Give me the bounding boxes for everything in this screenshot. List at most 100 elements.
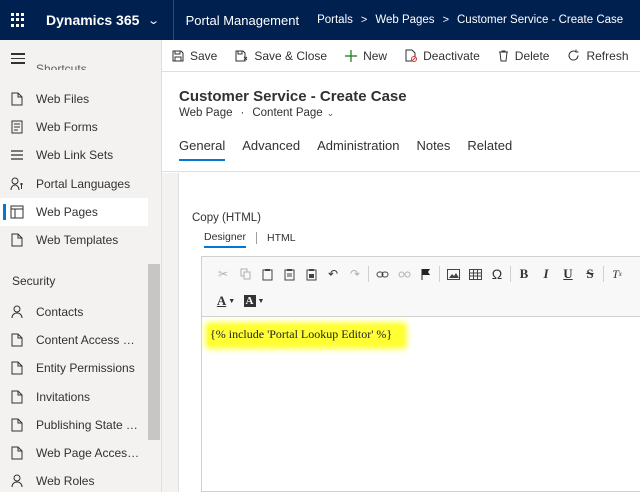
sidebar-item-label: Publishing State Tr... bbox=[36, 418, 140, 432]
remove-format-icon[interactable]: Tx bbox=[606, 264, 628, 284]
tab-designer[interactable]: Designer bbox=[204, 231, 247, 248]
divider bbox=[368, 266, 369, 282]
tab-administration[interactable]: Administration bbox=[317, 138, 399, 161]
save-close-icon bbox=[235, 50, 248, 62]
link-icon[interactable] bbox=[371, 264, 393, 284]
refresh-button[interactable]: Refresh bbox=[557, 40, 636, 72]
paste-text-icon[interactable] bbox=[278, 264, 300, 284]
person-icon bbox=[10, 305, 24, 319]
deactivate-icon bbox=[405, 49, 418, 62]
sidebar-scrollbar[interactable] bbox=[148, 264, 160, 440]
list-icon bbox=[10, 148, 24, 162]
bold-icon[interactable]: B bbox=[513, 264, 535, 284]
sidebar-item-web-roles[interactable]: Web Roles bbox=[0, 467, 148, 492]
entity-name: Web Page bbox=[179, 107, 233, 119]
cut-icon[interactable]: ✂ bbox=[212, 264, 234, 284]
tab-notes[interactable]: Notes bbox=[416, 138, 450, 161]
undo-icon[interactable]: ↶ bbox=[322, 264, 344, 284]
delete-button[interactable]: Delete bbox=[488, 40, 558, 72]
form-selector[interactable]: Content Page bbox=[252, 107, 322, 119]
sidebar-item-label: Web Page Access ... bbox=[36, 446, 140, 460]
image-icon[interactable] bbox=[442, 264, 464, 284]
sidebar-item-web-templates[interactable]: Web Templates bbox=[0, 226, 148, 254]
special-character-icon[interactable]: Ω bbox=[486, 264, 508, 284]
paste-word-icon[interactable] bbox=[300, 264, 322, 284]
refresh-label: Refresh bbox=[586, 48, 629, 63]
editor-content[interactable]: {% include 'Portal Lookup Editor' %} bbox=[208, 325, 405, 346]
document-icon bbox=[10, 390, 24, 404]
tab-related[interactable]: Related bbox=[467, 138, 512, 161]
chevron-down-icon[interactable]: ⌄ bbox=[148, 14, 161, 27]
record-header: Customer Service - Create Case Web Page … bbox=[162, 72, 640, 172]
trash-icon bbox=[498, 50, 509, 62]
sidebar-item-publishing-state-transitions[interactable]: Publishing State Tr... bbox=[0, 411, 148, 439]
document-icon bbox=[10, 418, 24, 432]
save-close-label: Save & Close bbox=[254, 48, 328, 63]
text-color-dropdown[interactable]: A ▼ bbox=[212, 291, 240, 311]
separator: · bbox=[240, 107, 245, 119]
sidebar-group-security: Security bbox=[12, 274, 56, 288]
deactivate-button[interactable]: Deactivate bbox=[395, 40, 488, 72]
underline-icon[interactable]: U bbox=[557, 264, 579, 284]
save-button[interactable]: Save bbox=[162, 40, 225, 72]
sidebar-item-web-files[interactable]: Web Files bbox=[0, 85, 148, 113]
brand-title[interactable]: Dynamics 365 bbox=[46, 12, 139, 28]
sidebar-item-label: Web Pages bbox=[36, 205, 98, 219]
save-and-close-button[interactable]: Save & Close bbox=[225, 40, 335, 72]
refresh-icon bbox=[567, 49, 580, 62]
page-title: Customer Service - Create Case bbox=[179, 88, 407, 105]
rich-text-editor: ✂ ↶ ↷ Ω B I U S Tx A ▼ A ▼ {% include 'P… bbox=[201, 256, 640, 492]
sidebar-item-label: Web Link Sets bbox=[36, 148, 114, 162]
sidebar-item-label: Content Access Le... bbox=[36, 333, 140, 347]
chevron-down-icon[interactable]: ⌄ bbox=[327, 108, 335, 119]
person-icon bbox=[10, 474, 24, 488]
sidebar-item-shortcuts[interactable]: Shortcuts bbox=[36, 62, 87, 70]
redo-icon[interactable]: ↷ bbox=[344, 264, 366, 284]
copy-icon[interactable] bbox=[234, 264, 256, 284]
app-name[interactable]: Portal Management bbox=[186, 13, 299, 28]
more-commands-button[interactable] bbox=[637, 40, 640, 72]
anchor-flag-icon[interactable] bbox=[415, 264, 437, 284]
sidebar-item-entity-permissions[interactable]: Entity Permissions bbox=[0, 354, 148, 382]
sidebar-item-web-forms[interactable]: Web Forms bbox=[0, 113, 148, 141]
plus-icon bbox=[345, 49, 358, 62]
field-label-copy-html: Copy (HTML) bbox=[192, 212, 262, 224]
webpage-icon bbox=[10, 205, 24, 219]
italic-icon[interactable]: I bbox=[535, 264, 557, 284]
sidebar-item-invitations[interactable]: Invitations bbox=[0, 383, 148, 411]
file-icon bbox=[10, 92, 24, 106]
divider bbox=[256, 232, 258, 244]
chevron-right-icon: > bbox=[360, 14, 368, 26]
document-icon bbox=[10, 446, 24, 460]
sidebar-item-web-page-access[interactable]: Web Page Access ... bbox=[0, 439, 148, 467]
sidebar-item-portal-languages[interactable]: Portal Languages bbox=[0, 170, 148, 198]
sidebar-item-label: Web Files bbox=[36, 92, 90, 106]
app-launcher-waffle-icon[interactable] bbox=[0, 0, 36, 40]
liquid-include-text[interactable]: {% include 'Portal Lookup Editor' %} bbox=[208, 325, 405, 346]
background-color-dropdown[interactable]: A ▼ bbox=[240, 291, 268, 311]
sidebar-item-web-link-sets[interactable]: Web Link Sets bbox=[0, 141, 148, 169]
toolbar-row: ✂ ↶ ↷ Ω B I U S Tx bbox=[212, 264, 628, 284]
divider bbox=[172, 0, 174, 40]
strikethrough-icon[interactable]: S bbox=[579, 264, 601, 284]
record-subtitle: Web Page · Content Page ⌄ bbox=[179, 107, 334, 119]
table-icon[interactable] bbox=[464, 264, 486, 284]
breadcrumb-item-portals[interactable]: Portals bbox=[317, 14, 353, 26]
chevron-right-icon: > bbox=[442, 14, 449, 26]
breadcrumb: Portals > Web Pages > Customer Service -… bbox=[317, 14, 623, 26]
paste-icon[interactable] bbox=[256, 264, 278, 284]
sidebar-item-web-pages[interactable]: Web Pages bbox=[0, 198, 148, 226]
tab-general[interactable]: General bbox=[179, 138, 226, 161]
editor-mode-tabs: Designer HTML bbox=[204, 231, 296, 248]
sidebar-item-content-access-levels[interactable]: Content Access Le... bbox=[0, 326, 148, 354]
tab-html[interactable]: HTML bbox=[267, 232, 296, 247]
sidebar-item-contacts[interactable]: Contacts bbox=[0, 298, 148, 326]
deactivate-label: Deactivate bbox=[423, 48, 480, 63]
new-button[interactable]: New bbox=[335, 40, 395, 72]
unlink-icon[interactable] bbox=[393, 264, 415, 284]
breadcrumb-item-current: Customer Service - Create Case bbox=[457, 14, 624, 26]
sidebar-item-label: Web Templates bbox=[36, 233, 119, 247]
hamburger-menu-icon[interactable] bbox=[11, 53, 25, 64]
breadcrumb-item-web-pages[interactable]: Web Pages bbox=[375, 14, 434, 26]
tab-advanced[interactable]: Advanced bbox=[242, 138, 300, 161]
